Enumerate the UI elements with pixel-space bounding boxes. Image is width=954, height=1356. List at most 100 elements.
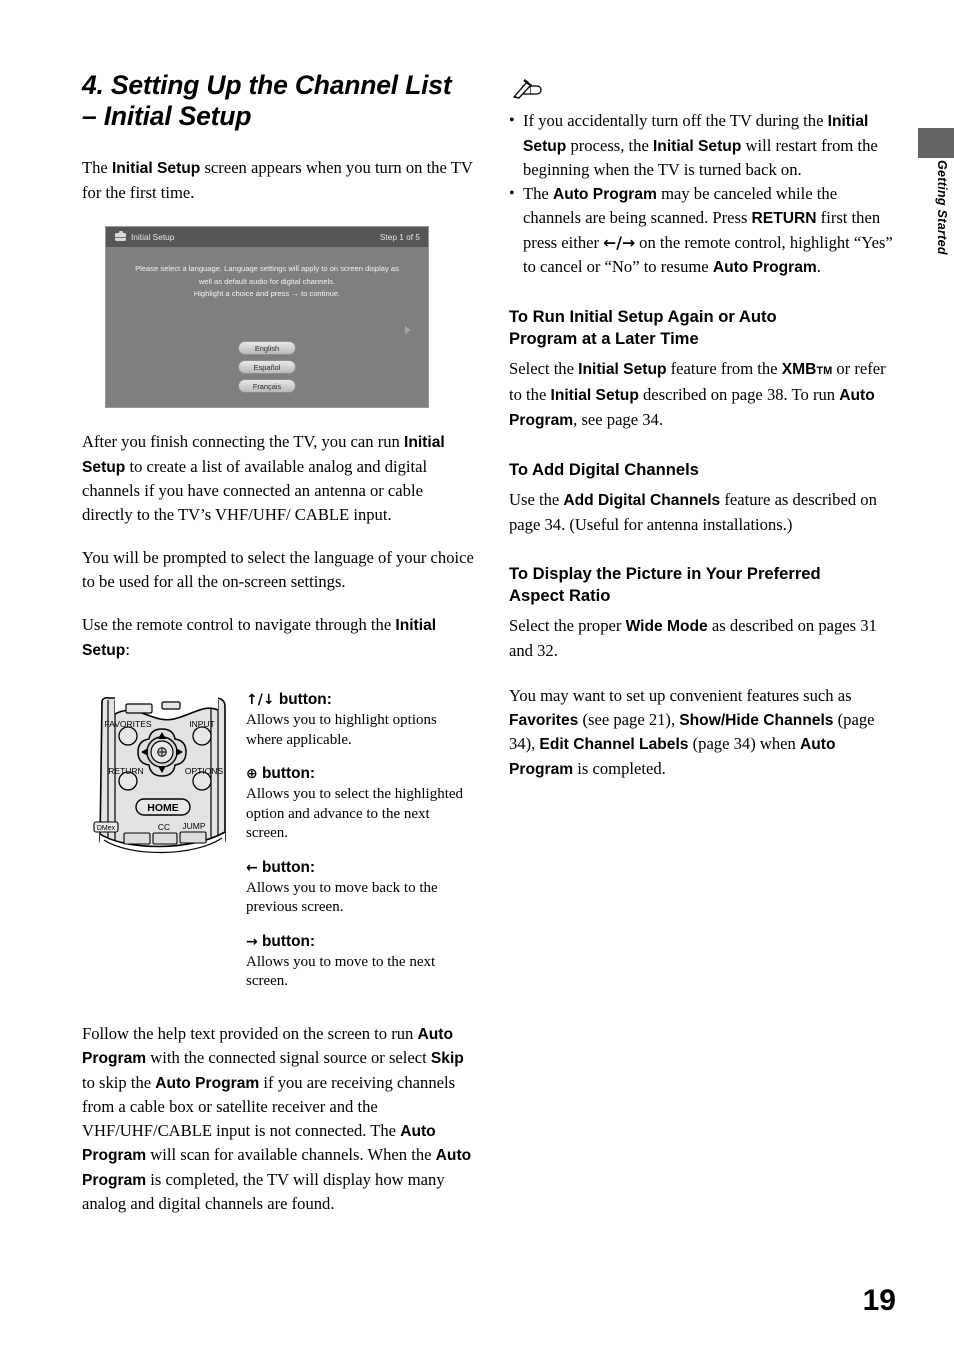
tv-screen-instructions: Please select a language. Language setti… xyxy=(106,247,428,301)
heading-display-picture-aspect-ratio: To Display the Picture in Your Preferred… xyxy=(509,563,899,607)
button-label-enter: button xyxy=(257,765,310,782)
button-label-updown: button xyxy=(274,691,327,708)
remote-label-options: OPTIONS xyxy=(185,766,224,776)
button-colon-left: : xyxy=(309,858,316,876)
remote-control-svg: FAVORITES INPUT RETURN OPTIONS HOME DMex… xyxy=(93,696,226,857)
heading-add-digital-channels: To Add Digital Channels xyxy=(509,459,899,481)
button-desc-enter: Allows you to select the highlighted opt… xyxy=(246,786,464,841)
button-description-right: → button: Allows you to move to the next… xyxy=(246,932,474,992)
s1-bold-2: XMB xyxy=(781,360,817,378)
para5-text-2: with the connected signal source or sele… xyxy=(146,1048,431,1067)
page-title-line1: 4. Setting Up the Channel List xyxy=(82,70,452,100)
tv-screen-step: Step 1 of 5 xyxy=(379,232,420,242)
closing-text-4: (page 34) when xyxy=(688,734,800,753)
tv-screen-title: Initial Setup xyxy=(131,232,175,242)
section-tab-marker xyxy=(918,128,954,158)
para5-text-3: to skip the xyxy=(82,1072,156,1092)
closing-text-2: (see page 21), xyxy=(578,709,680,729)
tv-screen-body: Please select a language. Language setti… xyxy=(106,247,428,407)
button-head-left: ← button: xyxy=(246,858,474,878)
s1-bold-3: Initial Setup xyxy=(550,387,639,404)
heading3-line1: To Display the Picture in Your Preferred xyxy=(509,564,821,583)
updown-arrow-icon: ↑/↓ xyxy=(246,692,275,708)
left-column: 4. Setting Up the Channel List – Initial… xyxy=(82,70,474,1216)
tv-screen-illustration: Initial Setup Step 1 of 5 Please select … xyxy=(105,226,429,408)
intro-paragraph: The Initial Setup screen appears when yo… xyxy=(82,156,474,204)
para2-text-2: to create a list of available analog and… xyxy=(82,456,428,524)
language-option-francais[interactable]: Français xyxy=(238,379,296,393)
para2-text-1: After you finish connecting the TV, you … xyxy=(82,432,404,451)
button-description-updown: ↑/↓ button: Allows you to highlight opti… xyxy=(246,690,474,750)
language-options: English Español Français xyxy=(106,341,428,393)
button-desc-updown: Allows you to highlight options where ap… xyxy=(246,712,437,748)
page-title: 4. Setting Up the Channel List – Initial… xyxy=(82,70,474,132)
heading-run-initial-setup-again: To Run Initial Setup Again or Auto Progra… xyxy=(509,306,899,350)
paragraph-use-remote: Use the remote control to navigate throu… xyxy=(82,613,474,662)
button-desc-left: Allows you to move back to the previous … xyxy=(246,879,438,916)
s1-text-1: Select the xyxy=(509,358,579,378)
note1-text-2: process, the xyxy=(566,135,653,155)
notes-list: If you accidentally turn off the TV duri… xyxy=(509,109,899,280)
section-tab-label: Getting Started xyxy=(928,160,954,320)
para5-bold-3: Auto Program xyxy=(155,1074,260,1092)
section-tab-text: Getting Started xyxy=(935,160,949,255)
note2-text-5: . xyxy=(816,257,821,276)
trademark-symbol: TM xyxy=(816,364,833,377)
remote-label-return: RETURN xyxy=(108,766,143,776)
section2-body: Use the Add Digital Channels feature as … xyxy=(509,488,899,536)
button-desc-right: Allows you to move to the next screen. xyxy=(246,953,436,990)
remote-label-favorites: FAVORITES xyxy=(104,719,151,729)
button-description-left: ← button: Allows you to move back to the… xyxy=(246,858,474,918)
note1-bold-2: Initial Setup xyxy=(652,137,742,155)
right-column: If you accidentally turn off the TV duri… xyxy=(509,78,899,781)
enter-circle-icon: ⊕ xyxy=(246,766,258,782)
language-option-english[interactable]: English xyxy=(238,341,296,355)
tv-instruction-line-2: well as default audio for digital channe… xyxy=(198,276,336,286)
left-arrow-icon: ← xyxy=(246,859,258,876)
page-number: 19 xyxy=(862,1284,896,1317)
heading2-line1: To Add Digital Channels xyxy=(509,460,699,479)
button-head-enter: ⊕ button: xyxy=(246,764,474,784)
closing-bold-1: Favorites xyxy=(509,711,579,729)
note2-bold-3: Auto Program xyxy=(712,259,817,276)
button-head-right: → button: xyxy=(246,932,474,952)
remote-label-dmex: DMex xyxy=(97,825,116,832)
s2-bold-1: Add Digital Channels xyxy=(563,492,721,509)
note-item-2: The Auto Program may be canceled while t… xyxy=(509,182,899,280)
para5-text-1: Follow the help text provided on the scr… xyxy=(82,1023,418,1043)
heading1-line1: To Run Initial Setup Again or Auto xyxy=(509,306,777,326)
para5-bold-2: Skip xyxy=(430,1050,464,1067)
s1-text-5: , see page 34. xyxy=(573,409,663,429)
paragraph-language-prompt: You will be prompted to select the langu… xyxy=(82,548,474,591)
para4-text-2: : xyxy=(125,639,130,659)
button-descriptions: ↑/↓ button: Allows you to highlight opti… xyxy=(242,686,474,1006)
tv-instruction-line-3: Highlight a choice and press → to contin… xyxy=(193,289,341,298)
manual-page: Getting Started 4. Setting Up the Channe… xyxy=(0,0,954,1356)
button-head-updown: ↑/↓ button: xyxy=(246,690,474,710)
para5-text-5: will scan for available channels. When t… xyxy=(146,1145,436,1164)
tv-instruction-line-1: Please select a language. Language setti… xyxy=(135,264,399,273)
button-colon-enter: : xyxy=(309,765,316,782)
note-item-1: If you accidentally turn off the TV duri… xyxy=(509,109,899,182)
remote-label-input: INPUT xyxy=(189,719,215,729)
button-label-left: button xyxy=(257,858,310,876)
intro-bold-1: Initial Setup xyxy=(111,160,201,177)
next-arrow-icon[interactable] xyxy=(405,326,411,334)
note1-text-1: If you accidentally turn off the TV duri… xyxy=(523,111,828,130)
language-option-espanol[interactable]: Español xyxy=(238,360,296,374)
button-description-enter: ⊕ button: Allows you to select the highl… xyxy=(246,764,474,844)
heading3-line2: Aspect Ratio xyxy=(509,586,611,605)
button-label-right: button xyxy=(257,932,310,950)
tv-screen-header-left: Initial Setup xyxy=(115,231,175,242)
heading1-line2: Program at a Later Time xyxy=(509,328,699,348)
note-pencil-icon xyxy=(511,78,899,105)
note2-bold-1: Auto Program xyxy=(552,185,657,203)
note2-bold-2: RETURN xyxy=(751,210,817,227)
remote-label-jump: JUMP xyxy=(182,821,205,831)
remote-label-cc: CC xyxy=(158,822,170,832)
s2-text-1: Use the xyxy=(509,490,564,509)
button-colon-right: : xyxy=(309,932,316,950)
s3-text-1: Select the proper xyxy=(509,616,626,635)
paragraph-after-connecting: After you finish connecting the TV, you … xyxy=(82,430,474,526)
button-colon-updown: : xyxy=(326,691,332,708)
